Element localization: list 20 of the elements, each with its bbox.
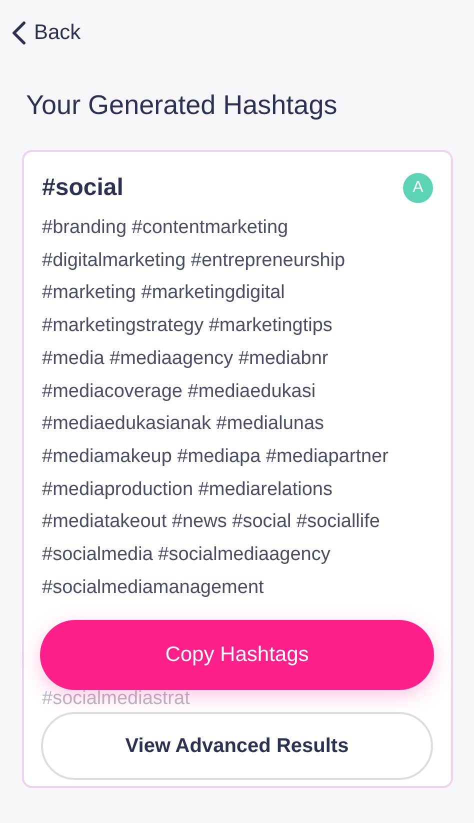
hashtag-line: #mediacoverage #mediaedukasi xyxy=(42,380,316,404)
back-link[interactable]: Back xyxy=(34,17,81,49)
hashtag-line: #socialmedia #socialmediaagency xyxy=(42,543,330,568)
hashtag-line: #marketing #marketingdigital xyxy=(42,281,285,306)
hashtag-line: #mediatakeout #news #social #sociallife xyxy=(42,510,380,534)
hashtag-line: #media #mediaagency #mediabnr xyxy=(42,346,328,371)
hashtag-line: #branding #contentmarketing xyxy=(42,216,288,240)
hashtag-line: #socialmediamanagement xyxy=(42,576,264,600)
card-heading: #social xyxy=(42,173,124,203)
hashtag-line: #mediaedukasianak #medialunas xyxy=(42,412,324,436)
hashtag-line: #mediamakeup #mediapa #mediapartner xyxy=(42,444,388,469)
back-icon[interactable] xyxy=(12,21,26,45)
results-button[interactable]: View Advanced Results xyxy=(41,712,433,780)
hashtag-line: #marketingstrategy #marketingtips xyxy=(42,314,332,338)
hashtag-line: #mediaproduction #mediarelations xyxy=(42,478,332,502)
hashtag-line: #socialmediastrat xyxy=(42,687,190,711)
hashtag-line: #digitalmarketing #entrepreneurship xyxy=(42,248,346,273)
avatar: A xyxy=(403,173,433,203)
page-title: Your Generated Hashtags xyxy=(26,89,338,122)
copy-button[interactable]: Copy Hashtags xyxy=(40,620,434,690)
